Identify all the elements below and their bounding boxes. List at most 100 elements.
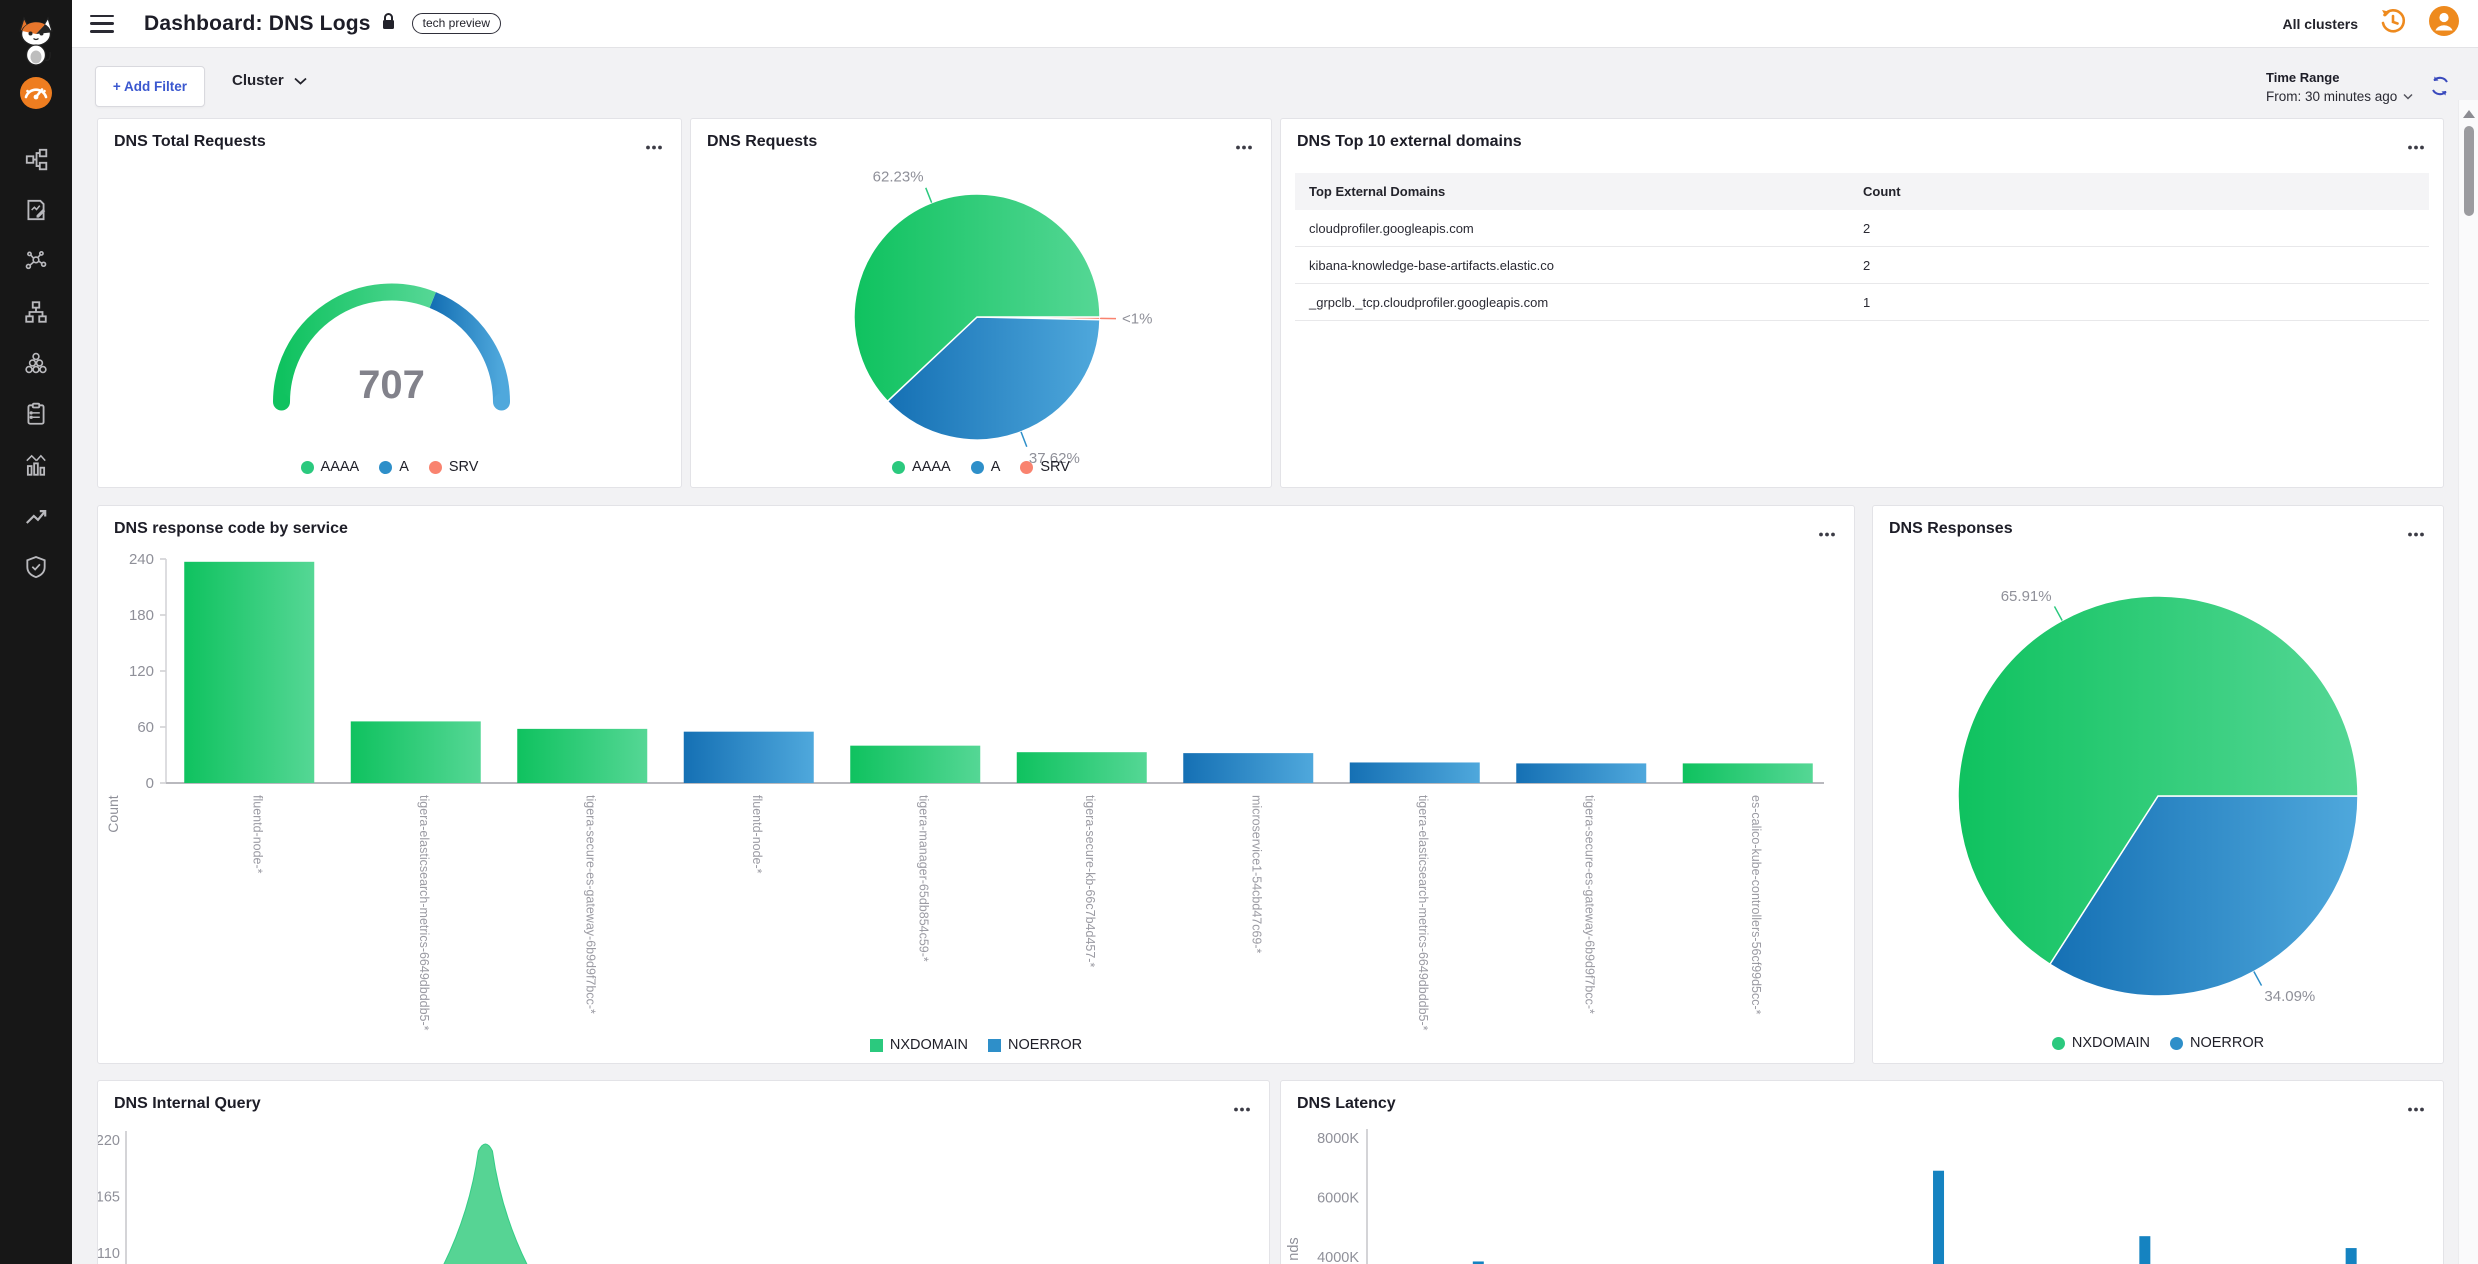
latency-bar[interactable] bbox=[2139, 1236, 2150, 1264]
svg-text:110: 110 bbox=[98, 1246, 120, 1262]
latency-bar[interactable] bbox=[1933, 1171, 1944, 1264]
domains-table: Top External DomainsCount cloudprofiler.g… bbox=[1295, 173, 2429, 321]
panel-title: DNS Top 10 external domains bbox=[1297, 133, 1522, 151]
panel-menu-button[interactable] bbox=[643, 133, 665, 159]
dashboard-gauge-icon[interactable] bbox=[0, 76, 72, 110]
domain-cell: cloudprofiler.googleapis.com bbox=[1309, 221, 1863, 236]
legend-label: AAAA bbox=[321, 459, 360, 475]
chevron-down-icon bbox=[294, 77, 307, 85]
legend-item-a[interactable]: A bbox=[971, 459, 1001, 475]
cluster-dropdown-label: Cluster bbox=[232, 72, 284, 89]
legend-item-a[interactable]: A bbox=[379, 459, 409, 475]
legend-swatch bbox=[2170, 1037, 2183, 1050]
sidebar bbox=[0, 0, 72, 1264]
legend-swatch bbox=[892, 461, 905, 474]
chart-legend: AAAAASRV bbox=[98, 459, 681, 475]
bar-nxdomain[interactable] bbox=[517, 729, 647, 783]
bar-nxdomain[interactable] bbox=[850, 746, 980, 783]
svg-text:240: 240 bbox=[129, 551, 154, 568]
legend-swatch bbox=[870, 1039, 883, 1052]
vertical-scrollbar[interactable] bbox=[2458, 100, 2478, 1264]
bar-x-label: fluentd-node-* bbox=[250, 795, 264, 874]
bar-x-label: tigera-secure-es-gateway-6b9d9f7bcc-* bbox=[1582, 795, 1596, 1014]
time-range-label: Time Range bbox=[2266, 70, 2413, 85]
bar-noerror[interactable] bbox=[1516, 763, 1646, 783]
legend-label: SRV bbox=[1040, 459, 1070, 475]
pie-slice-label: <1% bbox=[1122, 311, 1152, 328]
bar-noerror[interactable] bbox=[1183, 753, 1313, 783]
bar-x-label: tigera-secure-es-gateway-6b9d9f7bcc-* bbox=[583, 795, 597, 1014]
page-title: Dashboard: DNS Logs bbox=[144, 12, 371, 36]
bar-x-label: tigera-manager-65db854c59-* bbox=[916, 795, 930, 962]
bar-nxdomain[interactable] bbox=[351, 721, 481, 783]
svg-text:120: 120 bbox=[129, 663, 154, 680]
clipboard-icon[interactable] bbox=[0, 401, 72, 427]
panel-title: DNS Total Requests bbox=[114, 133, 266, 151]
bar-nxdomain[interactable] bbox=[184, 562, 314, 783]
bar-x-label: fluentd-node-* bbox=[750, 795, 764, 874]
svg-text:220: 220 bbox=[98, 1133, 120, 1149]
legend-item-srv[interactable]: SRV bbox=[429, 459, 479, 475]
domain-cell: _grpclb._tcp.cloudprofiler.googleapis.co… bbox=[1309, 295, 1863, 310]
legend-item-noerror[interactable]: NOERROR bbox=[2170, 1035, 2264, 1051]
bar-noerror[interactable] bbox=[1350, 762, 1480, 783]
service-graph-icon[interactable] bbox=[0, 248, 72, 274]
svg-text:4000K: 4000K bbox=[1317, 1250, 1359, 1264]
panel-menu-button[interactable] bbox=[2405, 1095, 2427, 1121]
table-row: _grpclb._tcp.cloudprofiler.googleapis.co… bbox=[1295, 284, 2429, 321]
scrollbar-up-arrow[interactable] bbox=[2463, 110, 2475, 118]
legend-item-nxdomain[interactable]: NXDOMAIN bbox=[2052, 1035, 2150, 1051]
legend-item-nxdomain[interactable]: NXDOMAIN bbox=[870, 1037, 968, 1053]
chevron-down-icon bbox=[2403, 93, 2413, 100]
panel-menu-button[interactable] bbox=[1231, 1095, 1253, 1121]
topology-icon[interactable] bbox=[0, 146, 72, 172]
panel-menu-button[interactable] bbox=[2405, 133, 2427, 159]
history-icon[interactable] bbox=[2378, 6, 2408, 41]
pie-chart: <1%37.62%62.23% bbox=[691, 135, 1271, 465]
sitemap-icon[interactable] bbox=[0, 299, 72, 325]
hamburger-menu-icon[interactable] bbox=[90, 15, 114, 33]
refresh-icon[interactable] bbox=[2428, 74, 2452, 103]
pie-slice-label: 62.23% bbox=[873, 169, 924, 186]
trend-up-icon[interactable] bbox=[0, 503, 72, 529]
cluster-dropdown[interactable]: Cluster bbox=[232, 72, 307, 89]
panel-menu-button[interactable] bbox=[1816, 520, 1838, 546]
svg-text:165: 165 bbox=[98, 1189, 120, 1205]
count-cell: 2 bbox=[1863, 258, 2415, 273]
panel-dns-response-code-by-service: DNS response code by service 24018012060… bbox=[97, 505, 1855, 1064]
legend-label: AAAA bbox=[912, 459, 951, 475]
legend-label: NOERROR bbox=[1008, 1037, 1082, 1053]
legend-swatch bbox=[1020, 461, 1033, 474]
cluster-circles-icon[interactable] bbox=[0, 350, 72, 376]
panel-dns-total-requests: DNS Total Requests 707 AAAAASRV bbox=[97, 118, 682, 488]
legend-item-noerror[interactable]: NOERROR bbox=[988, 1037, 1082, 1053]
shield-check-icon[interactable] bbox=[0, 554, 72, 580]
time-range-value[interactable]: From: 30 minutes ago bbox=[2266, 89, 2413, 104]
legend-swatch bbox=[988, 1039, 1001, 1052]
table-header-row: Top External DomainsCount bbox=[1295, 173, 2429, 210]
bar-stats-icon[interactable] bbox=[0, 452, 72, 478]
bar-nxdomain[interactable] bbox=[1017, 752, 1147, 783]
legend-item-srv[interactable]: SRV bbox=[1020, 459, 1070, 475]
user-avatar-icon[interactable] bbox=[2428, 5, 2460, 42]
calico-cat-logo[interactable] bbox=[0, 14, 72, 66]
bar-noerror[interactable] bbox=[684, 732, 814, 783]
column-header: Count bbox=[1863, 184, 2415, 199]
legend-swatch bbox=[379, 461, 392, 474]
latency-bar[interactable] bbox=[2346, 1248, 2357, 1264]
area-series-spike[interactable] bbox=[439, 1144, 531, 1264]
report-edit-icon[interactable] bbox=[0, 197, 72, 223]
domain-cell: kibana-knowledge-base-artifacts.elastic.… bbox=[1309, 258, 1863, 273]
add-filter-button[interactable]: + Add Filter bbox=[95, 66, 205, 107]
svg-text:60: 60 bbox=[137, 719, 154, 736]
bar-chart: 240180120600Countfluentd-node-*tigera-el… bbox=[98, 546, 1854, 1031]
svg-text:6000K: 6000K bbox=[1317, 1191, 1359, 1207]
svg-text:8000K: 8000K bbox=[1317, 1131, 1359, 1147]
bar-nxdomain[interactable] bbox=[1683, 763, 1813, 783]
scrollbar-thumb[interactable] bbox=[2464, 126, 2474, 216]
legend-item-aaaa[interactable]: AAAA bbox=[892, 459, 951, 475]
panel-dns-responses: DNS Responses 34.09%65.91% NXDOMAINNOERR… bbox=[1872, 505, 2444, 1064]
panel-title: DNS Latency bbox=[1297, 1095, 1396, 1113]
legend-item-aaaa[interactable]: AAAA bbox=[301, 459, 360, 475]
gauge-center-value: 707 bbox=[358, 363, 425, 407]
